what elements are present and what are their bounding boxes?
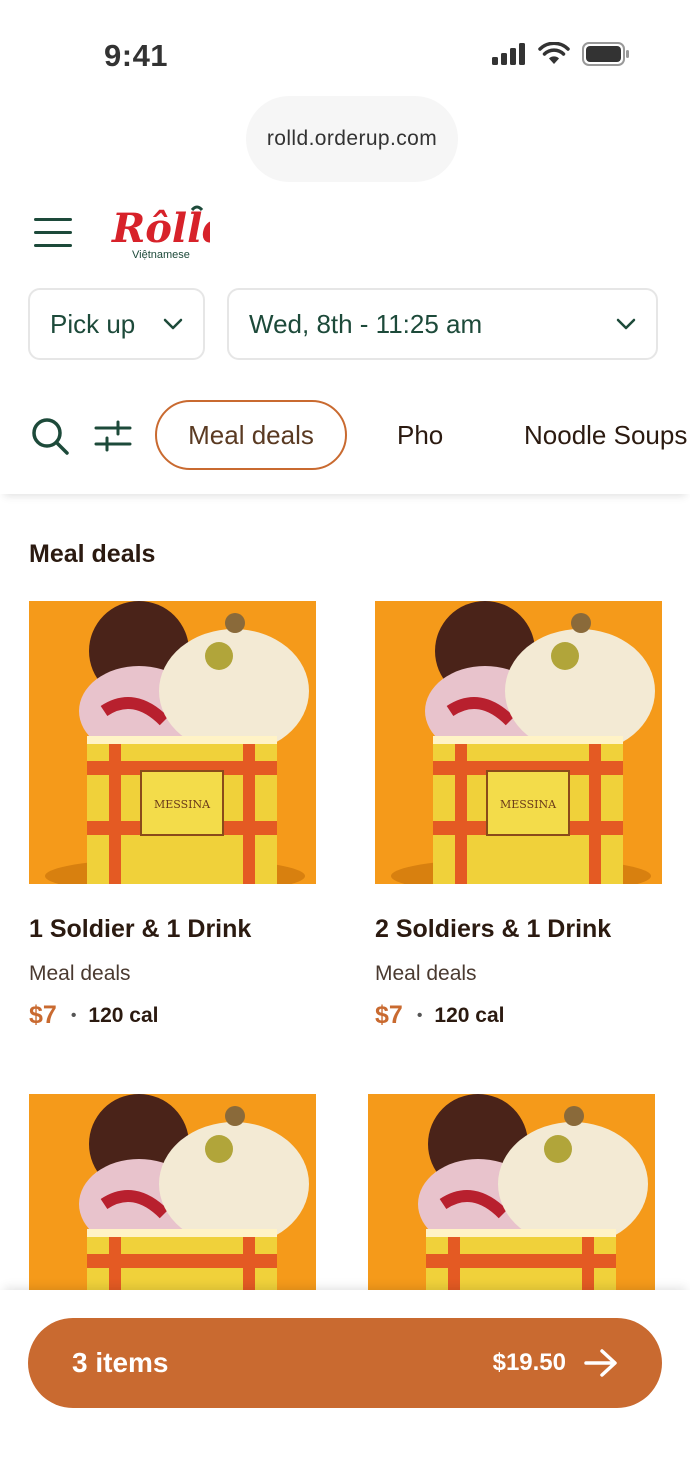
hamburger-menu-icon[interactable] xyxy=(34,218,72,250)
status-icons xyxy=(492,42,630,66)
view-cart-button[interactable]: 3 items $19.50 xyxy=(28,1318,662,1408)
item-image: MESSINA xyxy=(375,601,662,884)
category-chip-meal-deals[interactable]: Meal deals xyxy=(155,400,347,470)
section-title: Meal deals xyxy=(29,540,156,568)
chevron-down-icon xyxy=(616,318,636,330)
item-price: $7 xyxy=(29,1001,57,1029)
chevron-down-icon xyxy=(163,318,183,330)
cart-right: $19.50 xyxy=(493,1349,618,1377)
item-image: MESSINA xyxy=(29,601,316,884)
fulfillment-dropdown[interactable]: Pick up xyxy=(28,288,205,360)
category-bar: Meal deals Pho Noodle Soups xyxy=(0,380,690,494)
status-time: 9:41 xyxy=(104,38,169,73)
item-name: 1 Soldier & 1 Drink xyxy=(29,915,252,943)
svg-text:Rôlld: Rôlld xyxy=(111,205,210,252)
item-calories: 120 cal xyxy=(88,1003,159,1027)
cart-item-count: 3 items xyxy=(72,1347,169,1378)
category-chip-noodle-soups[interactable]: Noodle Soups xyxy=(524,400,687,470)
separator-dot: • xyxy=(70,1006,77,1024)
item-calories: 120 cal xyxy=(434,1003,505,1027)
brand-logo[interactable]: Rôlld Việtnamese xyxy=(110,204,230,262)
item-meta: $7 • 120 cal xyxy=(29,1001,159,1030)
cellular-signal-icon xyxy=(492,43,525,65)
separator-dot: • xyxy=(416,1006,423,1024)
datetime-label: Wed, 8th - 11:25 am xyxy=(249,308,483,339)
cart-bar: 3 items $19.50 xyxy=(0,1290,690,1461)
item-price: $7 xyxy=(375,1001,403,1029)
filter-sliders-icon[interactable] xyxy=(94,420,132,452)
battery-icon xyxy=(582,42,629,66)
category-chip-pho[interactable]: Pho xyxy=(397,400,443,470)
item-meta: $7 • 120 cal xyxy=(375,1001,505,1030)
item-name: 2 Soldiers & 1 Drink xyxy=(375,915,612,943)
brand-stamp: MESSINA xyxy=(500,798,557,811)
item-category: Meal deals xyxy=(375,962,477,985)
search-icon[interactable] xyxy=(30,416,70,456)
svg-text:Việtnamese: Việtnamese xyxy=(132,249,190,261)
datetime-dropdown[interactable]: Wed, 8th - 11:25 am xyxy=(227,288,658,360)
brand-stamp: MESSINA xyxy=(154,798,211,811)
item-category: Meal deals xyxy=(29,962,131,985)
url-bar[interactable]: rolld.orderup.com xyxy=(246,96,458,182)
app-page: 9:41 rolld.orderup.com Rôll Việtnamese P… xyxy=(0,0,690,1461)
fulfillment-label: Pick up xyxy=(50,308,136,339)
status-bar: 9:41 xyxy=(0,0,690,100)
url-text: rolld.orderup.com xyxy=(266,127,438,150)
arrow-right-icon xyxy=(584,1349,617,1377)
wifi-icon xyxy=(538,42,570,64)
cart-total: $19.50 xyxy=(492,1349,566,1376)
